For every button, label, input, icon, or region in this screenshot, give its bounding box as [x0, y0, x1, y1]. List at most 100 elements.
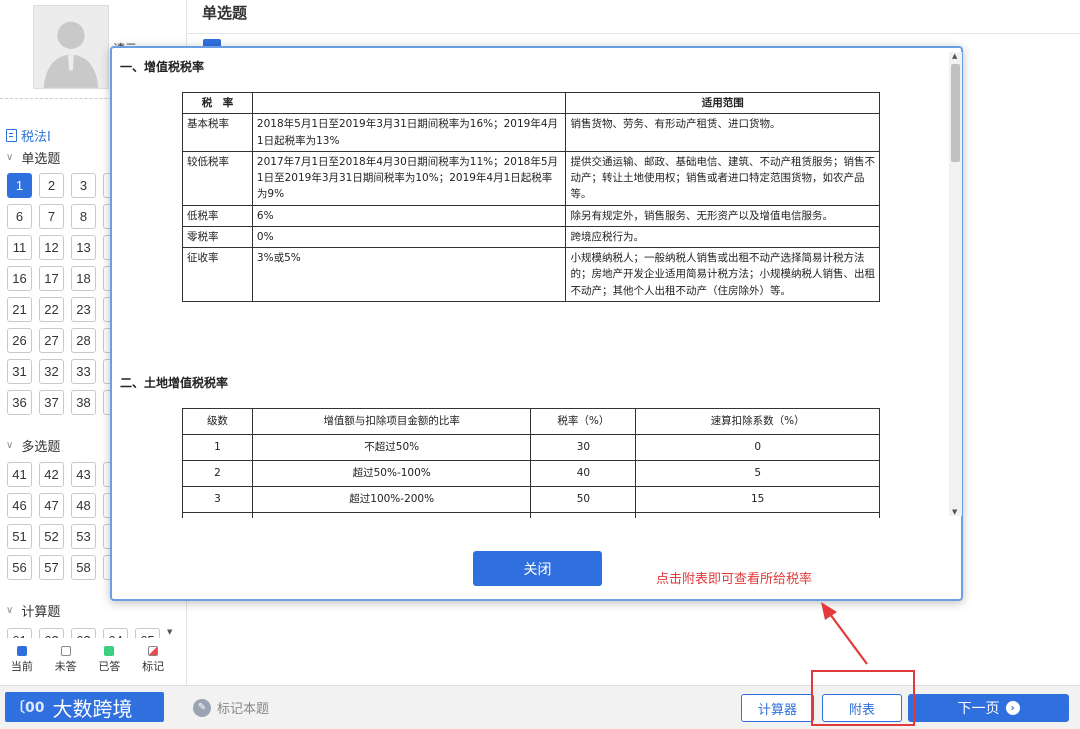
- table-body: 1 不超过50% 30 0 2 超过50%-100% 40 5 3 超过100%-200% 50 15…: [182, 434, 880, 518]
- chevron-down-icon: ∨: [6, 605, 14, 616]
- table-header-cell: 级数: [182, 408, 253, 435]
- user-placeholder-icon: [34, 6, 108, 88]
- table-cell: 3: [182, 486, 253, 513]
- question-number-button[interactable]: 3: [71, 173, 96, 198]
- question-number-button[interactable]: 31: [7, 359, 32, 384]
- question-number-button[interactable]: 42: [39, 462, 64, 487]
- table-header-cell: [251, 91, 567, 115]
- section-calculation[interactable]: ∨ 计算题: [6, 601, 60, 620]
- pin-icon: ✎: [193, 698, 211, 717]
- question-number-button[interactable]: 38: [71, 390, 96, 415]
- scroll-up-icon[interactable]: ▲: [952, 52, 957, 60]
- question-number-button[interactable]: 56: [7, 555, 32, 580]
- question-number-button[interactable]: 58: [71, 555, 96, 580]
- table-header-row: 级数 增值额与扣除项目金额的比率 税率（%） 速算扣除系数（%）: [182, 408, 880, 435]
- table-cell: 2018年5月1日至2019年3月31日期间税率为16%；2019年4月1日起税…: [251, 113, 567, 152]
- answered-swatch: [104, 646, 115, 656]
- close-button[interactable]: 关闭: [473, 551, 602, 586]
- question-number-button[interactable]: 51: [7, 524, 32, 549]
- flagged-swatch: [148, 646, 159, 656]
- table-cell: 超过200%的部分: [251, 512, 532, 518]
- question-number-button[interactable]: 65: [135, 628, 160, 638]
- question-number-button[interactable]: 52: [39, 524, 64, 549]
- table-row: 征收率 3%或5% 小规模纳税人；一般纳税人销售或出租不动产选择简易计税方法的；房地…: [182, 247, 880, 302]
- question-number-button[interactable]: 8: [71, 204, 96, 229]
- divider: [187, 33, 1080, 34]
- question-number-button[interactable]: 62: [39, 628, 64, 638]
- question-number-button[interactable]: 33: [71, 359, 96, 384]
- question-number-button[interactable]: 13: [71, 235, 96, 260]
- chevron-down-icon: ∨: [6, 440, 14, 451]
- calculator-button[interactable]: 计算器: [741, 694, 814, 722]
- page-title: 单选题: [202, 4, 248, 22]
- table-header-cell: 速算扣除系数（%）: [635, 408, 880, 435]
- legend-unanswered: 未答: [55, 646, 77, 674]
- section-title-text: 多选题: [21, 440, 61, 455]
- question-number-button[interactable]: 63: [71, 628, 96, 638]
- legend-label: 当前: [10, 660, 33, 673]
- annotation-arrow-icon: [821, 602, 868, 665]
- question-number-button[interactable]: 17: [39, 266, 64, 291]
- table-header-cell: 适用范围: [565, 91, 880, 115]
- question-number-button[interactable]: 22: [39, 297, 64, 322]
- modal-content: 一、增值税税率 税 率 适用范围 基本税率 2018年5月1日至2019年3月31…: [112, 48, 948, 518]
- question-number-button[interactable]: 47: [39, 493, 64, 518]
- section-multiple-choice[interactable]: ∨ 多选题: [6, 436, 60, 455]
- question-number-button[interactable]: 7: [39, 204, 64, 229]
- question-number-button[interactable]: 27: [39, 328, 64, 353]
- section-title-text: 单选题: [21, 152, 61, 167]
- table-row: 低税率 6% 除另有规定外，销售服务、无形资产以及增值电信服务。: [182, 204, 880, 227]
- question-number-button[interactable]: 61: [7, 628, 32, 638]
- question-number-button[interactable]: 1: [7, 173, 32, 198]
- flag-question-button[interactable]: ✎ 标记本题: [193, 698, 269, 717]
- table-cell: 50: [530, 486, 637, 513]
- table-row: 零税率 0% 跨境应税行为。: [182, 225, 880, 249]
- legend-answered: 已答: [98, 646, 120, 674]
- table-cell: 不超过50%: [251, 434, 532, 461]
- legend-flagged: 标记: [142, 646, 164, 674]
- table-cell: 跨境应税行为。: [565, 225, 880, 249]
- question-number-button[interactable]: 28: [71, 328, 96, 353]
- table-row: 基本税率 2018年5月1日至2019年3月31日期间税率为16%；2019年4月…: [182, 113, 880, 152]
- question-number-button[interactable]: 53: [71, 524, 96, 549]
- table-cell: 提供交通运输、邮政、基础电信、建筑、不动产租赁服务；销售不动产；转让土地使用权；…: [565, 150, 880, 206]
- question-number-button[interactable]: 12: [39, 235, 64, 260]
- question-number-button[interactable]: 57: [39, 555, 64, 580]
- table-cell: [530, 512, 637, 518]
- question-number-button[interactable]: 23: [71, 297, 96, 322]
- scroll-down-icon[interactable]: ▼: [167, 628, 172, 636]
- next-page-button[interactable]: 下一页 ›: [908, 694, 1069, 722]
- table-cell: 0%: [251, 225, 567, 249]
- question-number-button[interactable]: 37: [39, 390, 64, 415]
- section-single-choice[interactable]: ∨ 单选题: [6, 148, 60, 167]
- subject-label[interactable]: 税法Ⅰ: [6, 126, 51, 145]
- scroll-thumb[interactable]: [951, 64, 960, 162]
- logo-mark-icon: 〔00: [11, 700, 45, 716]
- table-cell: 征收率: [182, 247, 253, 302]
- question-number-button[interactable]: 6: [7, 204, 32, 229]
- question-number-button[interactable]: 36: [7, 390, 32, 415]
- question-number-button[interactable]: 18: [71, 266, 96, 291]
- arrow-right-icon: ›: [1005, 701, 1020, 715]
- question-number-button[interactable]: 48: [71, 493, 96, 518]
- question-number-button[interactable]: 16: [7, 266, 32, 291]
- section-heading-vat: 一、增值税税率: [120, 60, 205, 74]
- question-number-button[interactable]: 11: [7, 235, 32, 260]
- bottom-toolbar: 〔00 大数跨境 ✎ 标记本题 计算器 附表 下一页 ›: [0, 685, 1080, 729]
- question-number-button[interactable]: 21: [7, 297, 32, 322]
- scroll-down-icon[interactable]: ▼: [952, 508, 957, 516]
- question-number-button[interactable]: 46: [7, 493, 32, 518]
- table-cell: 超过50%-100%: [251, 460, 532, 487]
- question-number-button[interactable]: 43: [71, 462, 96, 487]
- table-header-cell: 税 率: [182, 91, 253, 115]
- table-cell: 小规模纳税人；一般纳税人销售或出租不动产选择简易计税方法的；房地产开发企业适用简…: [565, 247, 880, 302]
- question-number-button[interactable]: 32: [39, 359, 64, 384]
- legend-label: 未答: [54, 660, 77, 673]
- sidebar-scrollbar[interactable]: ▼: [164, 610, 178, 640]
- table-header-row: 税 率 适用范围: [182, 91, 880, 115]
- question-number-button[interactable]: 41: [7, 462, 32, 487]
- question-number-button[interactable]: 26: [7, 328, 32, 353]
- question-number-button[interactable]: 2: [39, 173, 64, 198]
- modal-scrollbar[interactable]: ▲ ▼: [949, 52, 962, 516]
- question-number-button[interactable]: 64: [103, 628, 128, 638]
